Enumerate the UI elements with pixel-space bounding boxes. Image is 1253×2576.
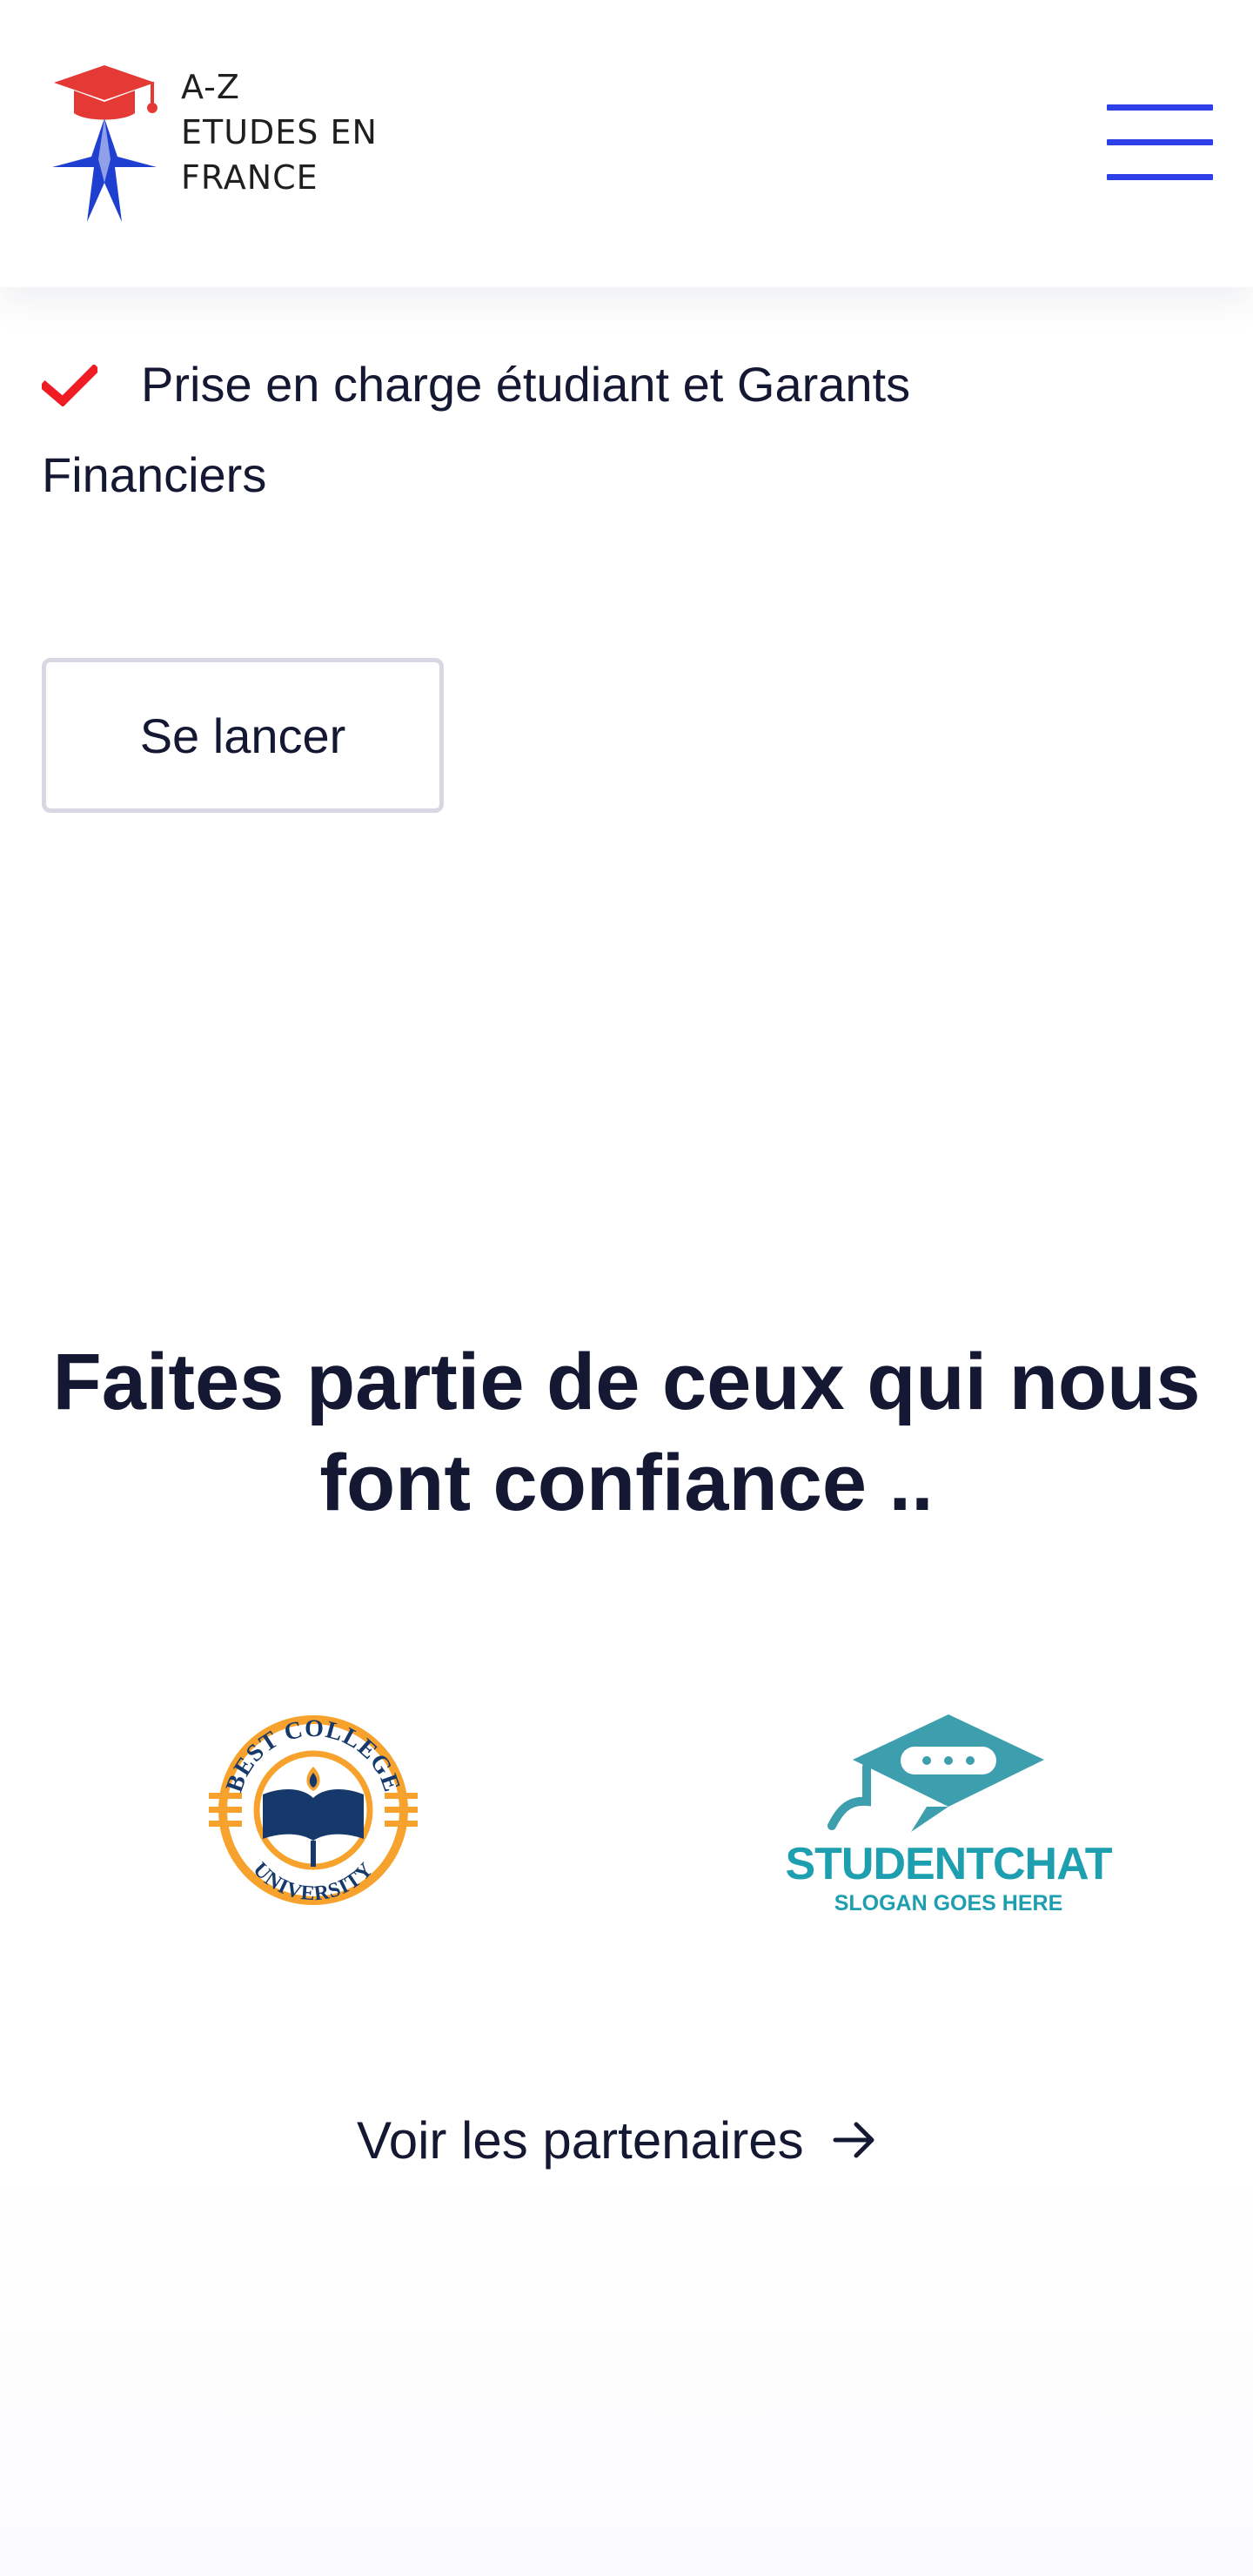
studentchat-slogan: SLOGAN GOES HERE [834,1891,1063,1915]
se-lancer-button[interactable]: Se lancer [42,658,444,813]
se-lancer-label: Se lancer [139,708,346,763]
logo-wordmark: A-Z ETUDES EN FRANCE [181,64,442,200]
best-college-university-logo: BEST COLLEGE UNIVERSITY [209,1706,418,1915]
menu-bar-bottom [1107,174,1213,180]
hamburger-menu-button[interactable] [1107,104,1213,181]
voir-les-partenaires-label: Voir les partenaires [357,2110,804,2170]
graduate-logo-icon [52,65,157,222]
site-header: A-Z ETUDES EN FRANCE [0,0,1253,287]
logo-line-3: FRANCE [181,158,318,197]
logo-line-2: ETUDES EN [181,113,378,151]
menu-bar-middle [1107,139,1213,145]
chat-graduate-logo-icon [828,1714,1044,1832]
feature-item: Prise en charge étudiant et Garants Fina… [42,339,1086,520]
menu-bar-top [1107,104,1213,111]
site-logo[interactable]: A-Z ETUDES EN FRANCE [44,61,435,226]
logo-line-1: A-Z [181,68,240,106]
best-college-seal-icon: BEST COLLEGE UNIVERSITY [209,1715,418,1905]
page-background [0,2158,1253,2576]
trust-section-title: Faites partie de ceux qui nous font conf… [52,1338,1201,1527]
check-icon [42,365,97,406]
studentchat-wordmark: STUDENTCHAT [785,1839,1112,1889]
feature-text: Prise en charge étudiant et Garants Fina… [42,357,911,502]
arrow-right-icon [833,2122,874,2158]
studentchat-logo: STUDENTCHAT SLOGAN GOES HERE [783,1706,1114,1923]
voir-les-partenaires-link[interactable]: Voir les partenaires [357,2101,879,2179]
